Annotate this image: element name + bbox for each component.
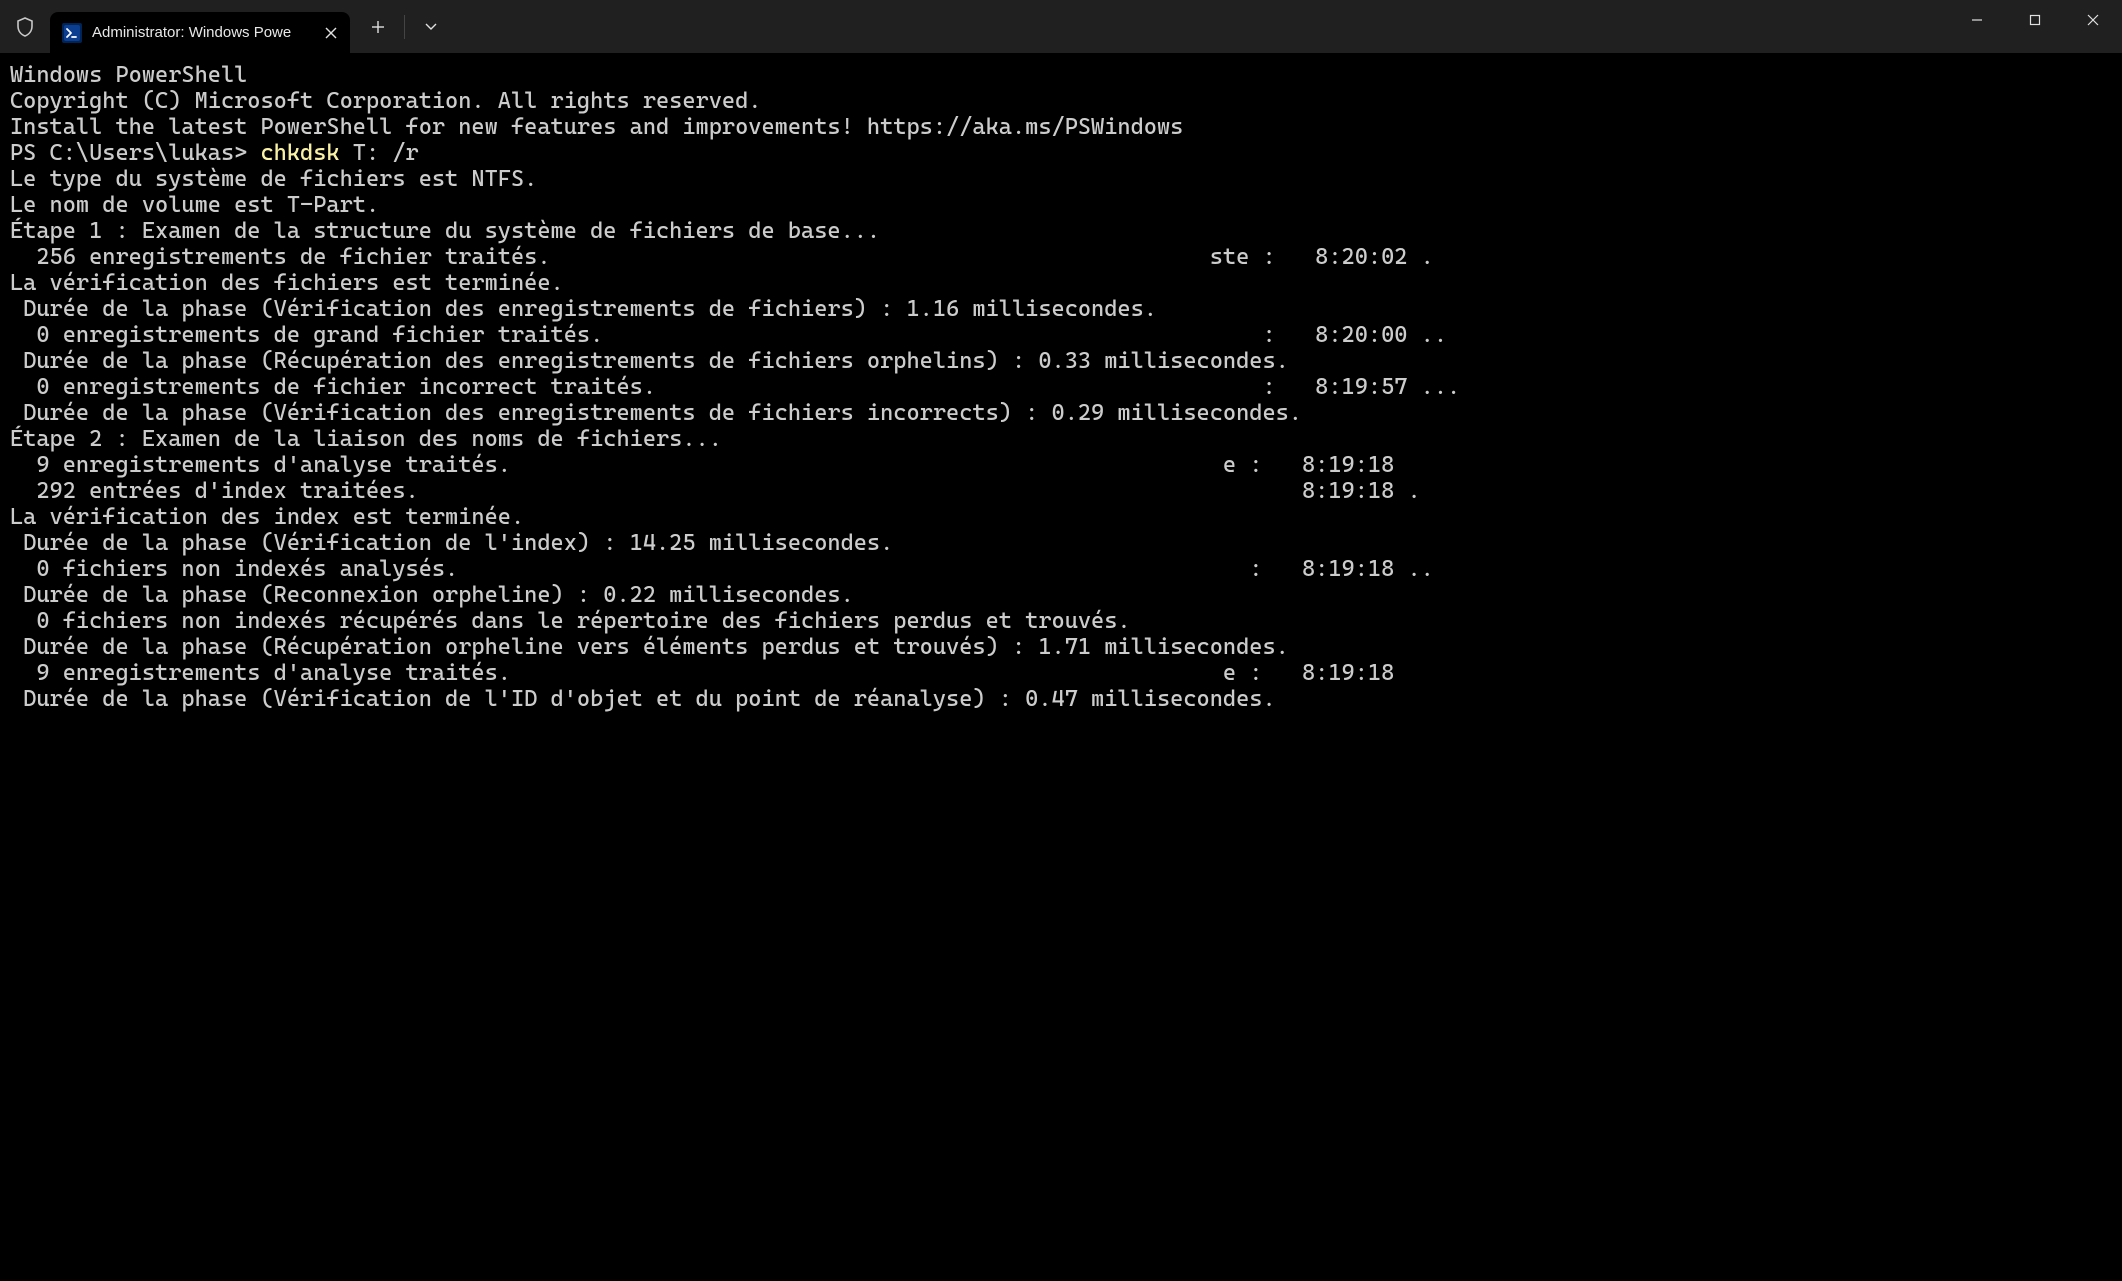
title-bar-actions [358,7,451,47]
terminal-line: 0 fichiers non indexés analysés. : 8:19:… [10,556,2112,582]
terminal-line: Copyright (C) Microsoft Corporation. All… [10,88,2112,114]
terminal-line: Install the latest PowerShell for new fe… [10,114,2112,140]
tab-dropdown-button[interactable] [411,7,451,47]
window-controls [1948,0,2122,54]
powershell-icon [62,23,82,43]
terminal-line: 9 enregistrements d'analyse traités. e :… [10,660,2112,686]
terminal-line: Étape 2 : Examen de la liaison des noms … [10,426,2112,452]
active-tab[interactable]: Administrator: Windows Powe [50,12,350,54]
terminal-line: Durée de la phase (Vérification de l'ind… [10,530,2112,556]
terminal-line: La vérification des index est terminée. [10,504,2112,530]
terminal-line: Durée de la phase (Récupération orphelin… [10,634,2112,660]
terminal-line: 0 fichiers non indexés récupérés dans le… [10,608,2112,634]
terminal-line: Le type du système de fichiers est NTFS. [10,166,2112,192]
terminal-line: 0 enregistrements de grand fichier trait… [10,322,2112,348]
terminal-line: PS C:\Users\lukas> chkdsk T: /r [10,140,2112,166]
terminal-line: 292 entrées d'index traitées. 8:19:18 . [10,478,2112,504]
tab-title: Administrator: Windows Powe [92,24,310,41]
window-root: Administrator: Windows Powe [0,0,2122,1281]
terminal-line: Durée de la phase (Vérification des enre… [10,400,2112,426]
terminal-line: 0 enregistrements de fichier incorrect t… [10,374,2112,400]
separator [404,15,405,39]
new-tab-button[interactable] [358,7,398,47]
terminal-line: La vérification des fichiers est terminé… [10,270,2112,296]
terminal-line: Durée de la phase (Récupération des enre… [10,348,2112,374]
terminal-line: 256 enregistrements de fichier traités. … [10,244,2112,270]
terminal-line: Étape 1 : Examen de la structure du syst… [10,218,2112,244]
terminal-line: Durée de la phase (Vérification des enre… [10,296,2112,322]
close-tab-button[interactable] [320,22,342,44]
minimize-button[interactable] [1948,0,2006,40]
terminal-pane[interactable]: Windows PowerShellCopyright (C) Microsof… [0,54,2122,1281]
terminal-line: Windows PowerShell [10,62,2112,88]
title-bar: Administrator: Windows Powe [0,0,2122,54]
shield-icon [0,0,50,54]
close-window-button[interactable] [2064,0,2122,40]
maximize-button[interactable] [2006,0,2064,40]
terminal-line: Le nom de volume est T-Part. [10,192,2112,218]
terminal-line: Durée de la phase (Reconnexion orpheline… [10,582,2112,608]
terminal-line: Durée de la phase (Vérification de l'ID … [10,686,2112,712]
terminal-line: 9 enregistrements d'analyse traités. e :… [10,452,2112,478]
